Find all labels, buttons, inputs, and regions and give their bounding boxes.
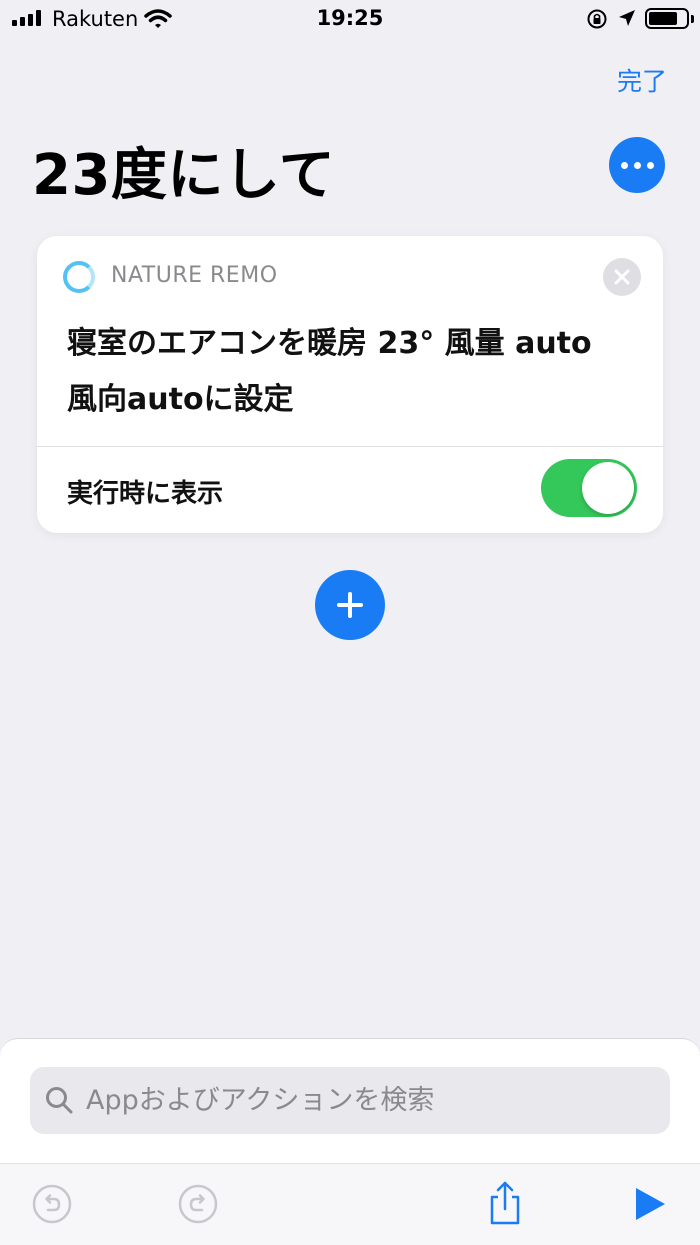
action-card[interactable]: NATURE REMO 寝室のエアコンを暖房 23° 風量 auto 風向aut… xyxy=(37,236,663,533)
battery-tip xyxy=(691,15,694,23)
battery-icon xyxy=(645,8,689,29)
more-icon[interactable] xyxy=(609,137,665,193)
more-dot xyxy=(633,161,641,169)
search-bar[interactable] xyxy=(30,1067,670,1134)
location-icon xyxy=(617,8,637,32)
toggle-knob xyxy=(582,462,634,514)
show-when-run-toggle[interactable] xyxy=(541,459,637,517)
divider xyxy=(37,446,663,447)
play-icon[interactable] xyxy=(633,1186,667,1222)
nature-remo-icon xyxy=(63,261,95,293)
page-title: 23度にして xyxy=(32,143,336,208)
status-bar: Rakuten 19:25 xyxy=(0,0,700,40)
search-icon xyxy=(44,1085,74,1119)
action-search-sheet xyxy=(0,1038,700,1163)
undo-icon[interactable] xyxy=(32,1184,72,1224)
plus-icon[interactable] xyxy=(315,570,385,640)
redo-icon[interactable] xyxy=(178,1184,218,1224)
action-app-name: NATURE REMO xyxy=(111,263,278,288)
show-when-run-label: 実行時に表示 xyxy=(67,479,224,509)
close-icon[interactable] xyxy=(603,258,641,296)
more-dot xyxy=(646,161,654,169)
done-button[interactable]: 完了 xyxy=(617,62,667,98)
bottom-toolbar xyxy=(0,1163,700,1245)
rotation-lock-icon xyxy=(586,8,608,34)
more-dot xyxy=(620,161,628,169)
share-icon[interactable] xyxy=(486,1180,524,1226)
search-input[interactable] xyxy=(86,1067,656,1134)
action-description[interactable]: 寝室のエアコンを暖房 23° 風量 auto 風向autoに設定 xyxy=(67,316,627,428)
